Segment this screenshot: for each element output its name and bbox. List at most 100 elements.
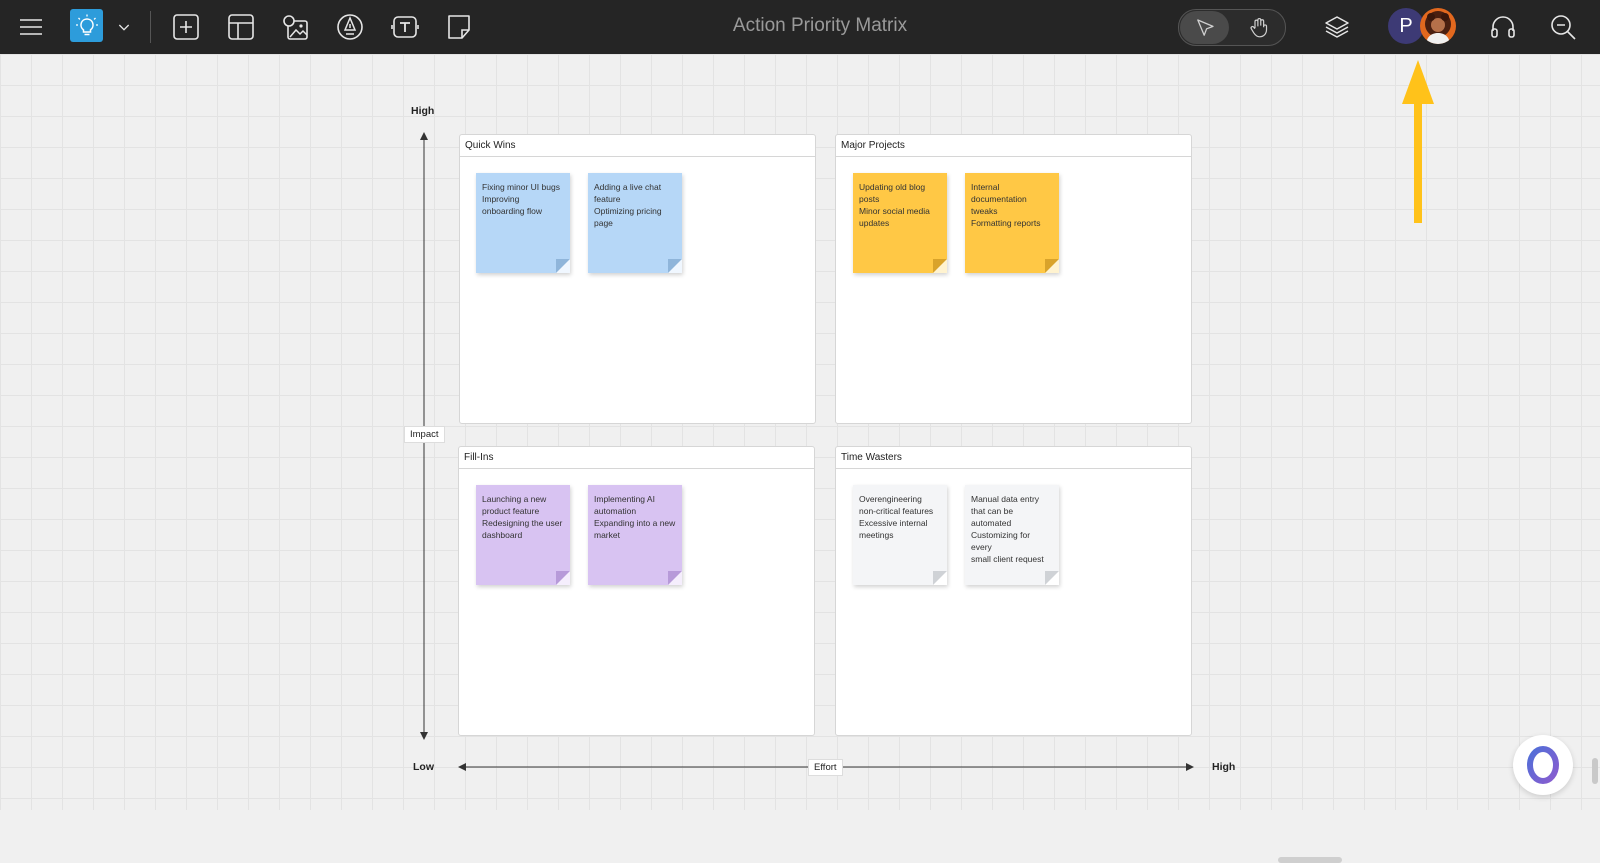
sticky-note[interactable]: Launching a new product feature Redesign…	[476, 485, 570, 585]
note-line: Customizing for every	[971, 530, 1031, 552]
sticky-note-icon	[448, 15, 470, 39]
note-line: Redesigning the user	[482, 518, 563, 528]
note-line: Launching a new	[482, 494, 547, 504]
collaborator-avatar[interactable]	[1420, 8, 1456, 44]
note-line: Excessive internal	[859, 518, 928, 528]
note-fold	[556, 259, 570, 273]
quadrant-quick-wins[interactable]: Quick Wins Fixing minor UI bugs Improvin…	[459, 134, 816, 424]
sticky-note[interactable]: Manual data entry that can be automated …	[965, 485, 1059, 585]
note-line: non-critical features	[859, 506, 934, 516]
quadrant-title: Quick Wins	[460, 135, 815, 157]
quadrant-fill-ins[interactable]: Fill-Ins Launching a new product feature…	[458, 446, 815, 736]
user-avatar-initial[interactable]: P	[1388, 8, 1424, 44]
vertical-scrollbar[interactable]	[1592, 758, 1598, 784]
support-button[interactable]	[1482, 6, 1524, 48]
ideas-dropdown-button[interactable]	[104, 6, 144, 48]
zoom-out-button[interactable]	[1542, 6, 1584, 48]
templates-button[interactable]	[220, 6, 262, 48]
note-line: that can be	[971, 506, 1014, 516]
quadrant-title: Fill-Ins	[459, 447, 814, 469]
sticky-note[interactable]: Fixing minor UI bugs Improving onboardin…	[476, 173, 570, 273]
note-line: automated	[971, 518, 1012, 528]
note-fold	[1045, 259, 1059, 273]
effort-axis-label: Effort	[808, 759, 843, 776]
pan-mode-button[interactable]	[1234, 11, 1283, 44]
toolbar-divider	[150, 11, 151, 43]
layout-template-icon	[228, 14, 254, 40]
note-line: posts	[859, 194, 880, 204]
note-line: onboarding flow	[482, 206, 543, 216]
text-button[interactable]	[384, 6, 426, 48]
ideas-button[interactable]	[70, 9, 103, 42]
note-fold	[556, 571, 570, 585]
hand-icon	[1250, 17, 1267, 37]
person-photo-icon	[1425, 11, 1451, 44]
sticky-note-button[interactable]	[438, 6, 480, 48]
note-fold	[933, 259, 947, 273]
note-line: market	[594, 530, 620, 540]
zoom-out-icon	[1551, 15, 1576, 40]
pointer-arrow-icon	[1196, 18, 1214, 36]
assistant-ring-icon	[1527, 746, 1559, 784]
layers-button[interactable]	[1316, 6, 1358, 48]
note-line: Fixing minor UI bugs	[482, 182, 560, 192]
note-line: Formatting reports	[971, 218, 1041, 228]
media-button[interactable]	[274, 6, 316, 48]
add-square-icon	[173, 14, 199, 40]
note-line: automation	[594, 506, 637, 516]
pen-button[interactable]	[329, 6, 371, 48]
sticky-note[interactable]: Updating old blog posts Minor social med…	[853, 173, 947, 273]
hamburger-menu-icon	[20, 19, 42, 35]
menu-button[interactable]	[10, 6, 52, 48]
note-line: Implementing AI	[594, 494, 655, 504]
impact-high-label: High	[411, 105, 435, 117]
note-line: product feature	[482, 506, 540, 516]
assistant-button[interactable]	[1513, 735, 1573, 795]
note-fold	[668, 259, 682, 273]
horizontal-scrollbar[interactable]	[1278, 857, 1342, 863]
sticky-note[interactable]: Implementing AI automation Expanding int…	[588, 485, 682, 585]
sticky-note[interactable]: Adding a live chat feature Optimizing pr…	[588, 173, 682, 273]
image-shapes-icon	[283, 15, 308, 40]
note-line: feature	[594, 194, 621, 204]
annotation-arrow	[1402, 60, 1434, 223]
note-line: Expanding into a new	[594, 518, 676, 528]
note-line: Internal	[971, 182, 1000, 192]
quadrant-time-wasters[interactable]: Time Wasters Overengineering non-critica…	[835, 446, 1192, 736]
top-toolbar: Action Priority Matrix P	[0, 0, 1600, 54]
sticky-note[interactable]: Internal documentation tweaks Formatting…	[965, 173, 1059, 273]
quadrant-major-projects[interactable]: Major Projects Updating old blog posts M…	[835, 134, 1192, 424]
note-line: Updating old blog	[859, 182, 926, 192]
layers-icon	[1325, 16, 1349, 38]
note-line: page	[594, 218, 613, 228]
note-fold	[1045, 571, 1059, 585]
interaction-mode-toggle	[1178, 9, 1286, 46]
note-line: dashboard	[482, 530, 523, 540]
note-line: Improving	[482, 194, 520, 204]
note-fold	[668, 571, 682, 585]
note-line: meetings	[859, 530, 894, 540]
effort-low-label: Low	[413, 761, 434, 773]
note-line: Minor social media	[859, 206, 930, 216]
impact-axis-label: Impact	[404, 426, 445, 443]
quadrant-title: Major Projects	[836, 135, 1191, 157]
quadrant-title: Time Wasters	[836, 447, 1191, 469]
text-box-icon	[391, 16, 419, 38]
chevron-down-icon	[118, 24, 130, 31]
select-mode-button[interactable]	[1180, 11, 1229, 44]
sticky-note[interactable]: Overengineering non-critical features Ex…	[853, 485, 947, 585]
document-title[interactable]: Action Priority Matrix	[700, 15, 940, 37]
note-line: documentation tweaks	[971, 194, 1027, 216]
note-line: small client request	[971, 554, 1044, 564]
headphones-icon	[1491, 16, 1515, 38]
lightbulb-icon	[75, 14, 98, 35]
note-line: Adding a live chat	[594, 182, 662, 192]
note-line: Overengineering	[859, 494, 922, 504]
note-line: Manual data entry	[971, 494, 1040, 504]
whiteboard-canvas[interactable]: High Impact Low Effort High Quick Wins F…	[0, 54, 1600, 863]
note-fold	[933, 571, 947, 585]
add-shape-button[interactable]	[165, 6, 207, 48]
note-line: Optimizing pricing	[594, 206, 662, 216]
pen-nib-icon	[337, 14, 363, 40]
note-line: updates	[859, 218, 890, 228]
